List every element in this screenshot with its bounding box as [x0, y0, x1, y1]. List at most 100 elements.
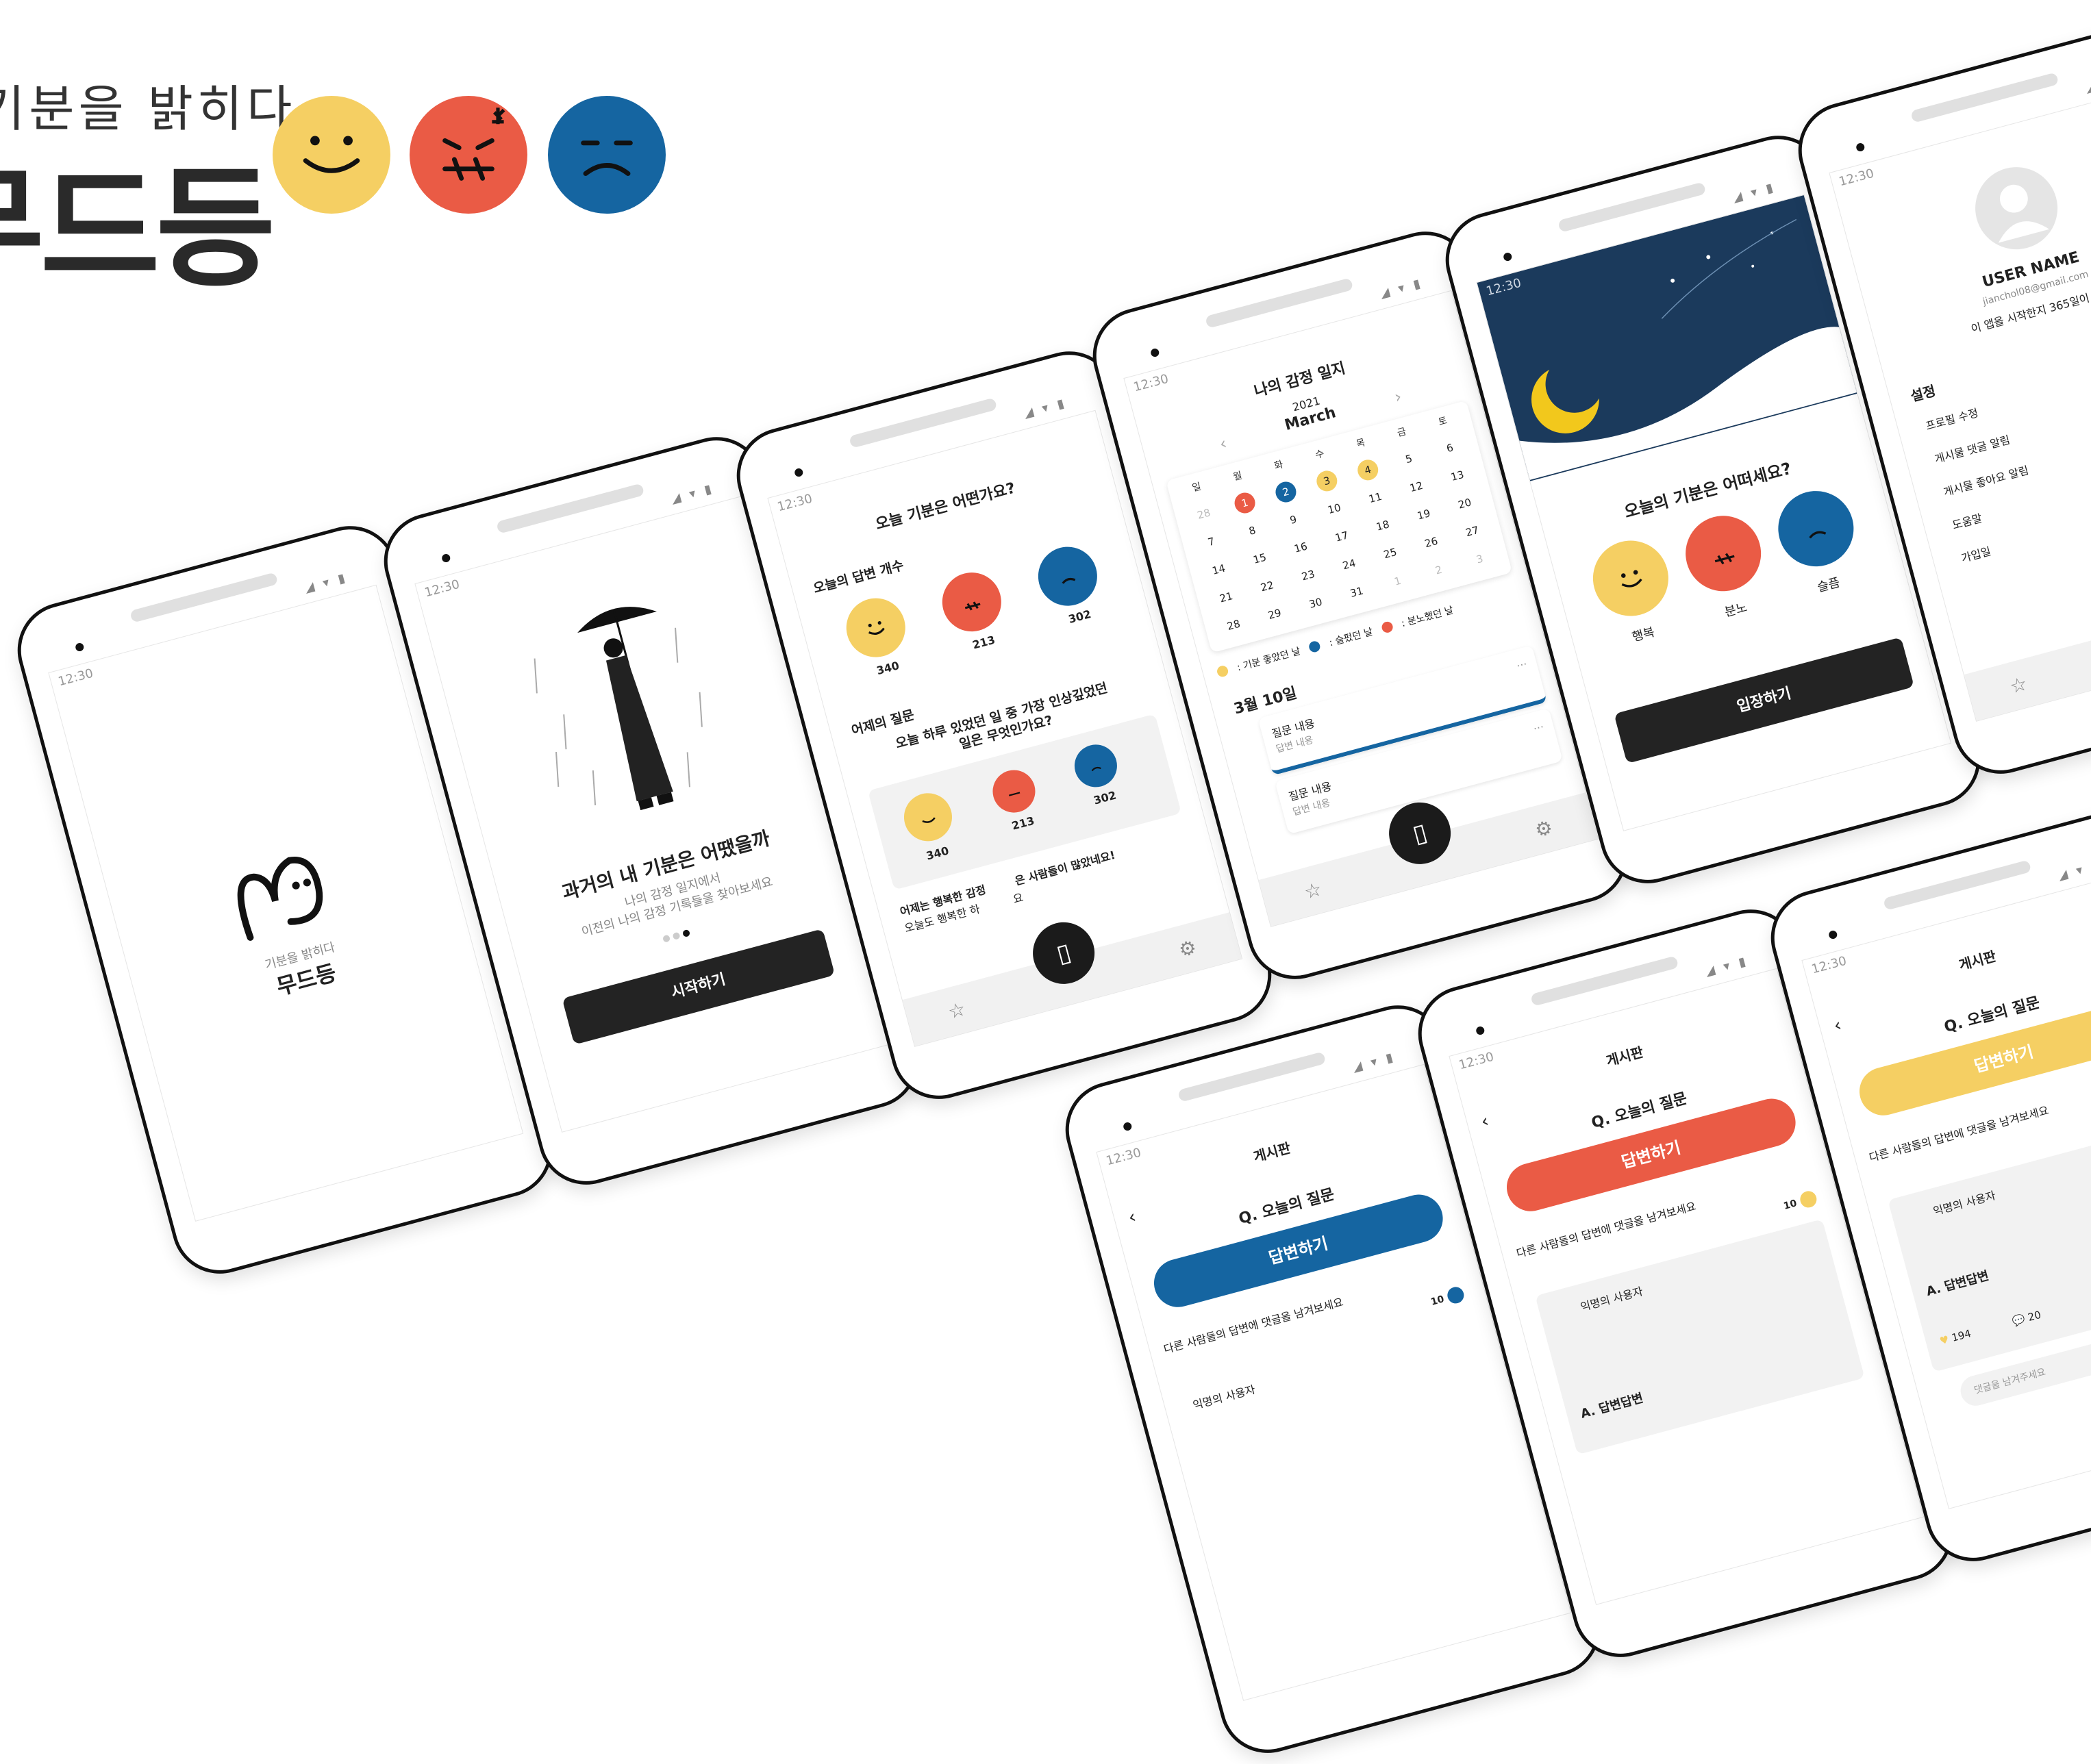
calendar-day[interactable]: 14 — [1206, 557, 1231, 582]
menu-comment-alert[interactable]: 게시물 댓글 알림 — [1932, 431, 2012, 466]
status-time: 12:30 — [56, 666, 95, 690]
answer-card[interactable]: 익명의 사용자 A. 답변답변 — [1535, 1219, 1865, 1455]
diary-tab-icon[interactable]: ☆ — [1302, 877, 1325, 903]
calendar-day[interactable]: 2 — [1426, 557, 1451, 583]
happy-face-button[interactable] — [1584, 532, 1677, 625]
calendar-day[interactable]: 10 — [1322, 496, 1347, 522]
more-icon[interactable]: ... — [1514, 654, 1528, 669]
status-time: 12:30 — [423, 577, 462, 601]
settings-gear-icon[interactable]: ⚙ — [1177, 935, 1199, 961]
camera — [440, 553, 451, 564]
calendar-day[interactable]: 17 — [1329, 524, 1355, 549]
answer-card[interactable]: 익명의 사용자 A. 답변답변 ♥ 194 💬 20 — [1888, 1123, 2091, 1372]
happy-label: 행복 — [1630, 625, 1657, 645]
calendar-day[interactable]: 18 — [1370, 513, 1396, 538]
more-icon[interactable]: ... — [1531, 717, 1544, 732]
calendar-day[interactable]: 3 — [1314, 468, 1340, 494]
legend-happy: : 기분 좋았던 날 — [1236, 646, 1302, 674]
sad-face-icon — [1069, 740, 1122, 792]
settings-gear-icon[interactable]: ⚙ — [1533, 816, 1555, 842]
calendar-day[interactable]: 16 — [1288, 535, 1314, 560]
calendar-day[interactable]: 30 — [1303, 590, 1329, 616]
calendar-day[interactable]: 22 — [1255, 574, 1280, 599]
summary-text-b: 은 사람들이 많았네요! — [1013, 848, 1117, 888]
calendar-day[interactable]: 15 — [1247, 546, 1273, 571]
legend-sad: : 슬펐던 날 — [1328, 626, 1375, 649]
start-button[interactable]: 시작하기 — [562, 929, 836, 1045]
door-icon: ▯ — [1410, 818, 1430, 849]
angry-face-icon[interactable] — [936, 566, 1008, 638]
menu-help[interactable]: 도움말 — [1950, 509, 1983, 533]
diary-tab-icon[interactable]: ☆ — [946, 997, 968, 1023]
menu-join-date: 가입일 — [1959, 544, 1992, 565]
calendar-day[interactable]: 26 — [1418, 530, 1444, 555]
speaker — [1557, 181, 1707, 233]
avatar — [1966, 158, 2067, 259]
calendar-day[interactable]: 20 — [1452, 491, 1477, 516]
calendar-day[interactable]: 19 — [1411, 502, 1436, 527]
angry-dot — [1380, 620, 1394, 634]
calendar-day[interactable]: 1 — [1232, 490, 1257, 516]
calendar-day[interactable]: 12 — [1404, 475, 1429, 500]
anon-user: 익명의 사용자 — [1191, 1383, 1257, 1412]
angry-face-button[interactable] — [1677, 507, 1770, 600]
calendar-day[interactable]: 13 — [1444, 463, 1470, 488]
calendar-day[interactable]: 2 — [1273, 479, 1299, 505]
speaker — [849, 397, 998, 449]
weekday: 토 — [1437, 415, 1449, 429]
calendar-day[interactable]: 1 — [1385, 568, 1410, 594]
calendar-day[interactable]: 8 — [1240, 518, 1265, 544]
calendar-day[interactable]: 31 — [1344, 579, 1369, 605]
answer-text: A. 답변답변 — [1579, 1391, 1645, 1422]
calendar-day[interactable]: 9 — [1281, 507, 1306, 533]
sad-label: 슬픔 — [1816, 575, 1842, 596]
weekday: 수 — [1314, 448, 1326, 462]
calendar-days: 28 1 2 3 4 5 6 7 8 9 10 11 12 13 14 15 16 17 18 19 20 21 22 23 2… — [1179, 429, 1504, 644]
calendar-day[interactable]: 21 — [1214, 585, 1239, 610]
calendar-day[interactable]: 28 — [1191, 501, 1216, 527]
status-icons: ◢ ▾ ▮ — [1731, 179, 1777, 205]
happy-mini-icon — [1798, 1189, 1819, 1210]
back-chevron-icon[interactable]: ‹ — [1479, 1111, 1491, 1133]
status-time: 12:30 — [775, 491, 814, 515]
like-row[interactable]: ♥ 194 — [1938, 1327, 1973, 1348]
night-sky-illustration: 12:30 — [1477, 195, 1857, 481]
calendar-day[interactable]: 5 — [1397, 446, 1422, 472]
happy-face-icon[interactable] — [840, 591, 912, 664]
calendar-day[interactable]: 4 — [1355, 457, 1381, 483]
sad-dot — [1307, 640, 1322, 654]
sad-face-icon — [548, 96, 666, 214]
door-icon: ▯ — [1053, 937, 1074, 969]
calendar-day[interactable]: 29 — [1262, 601, 1288, 627]
speaker — [129, 572, 279, 623]
calendar-day[interactable]: 28 — [1221, 612, 1247, 638]
answer-count: 10 — [1429, 1294, 1446, 1308]
weekday: 화 — [1273, 459, 1285, 473]
status-icons: ◢ ▾ ▮ — [2056, 857, 2091, 883]
back-chevron-icon[interactable]: ‹ — [1126, 1207, 1138, 1228]
calendar-day[interactable]: 7 — [1199, 529, 1224, 555]
camera — [1475, 1025, 1486, 1036]
enter-button[interactable]: 입장하기 — [1614, 637, 1914, 764]
calendar-day[interactable]: 11 — [1363, 486, 1388, 511]
like-count: 194 — [1950, 1327, 1973, 1344]
calendar-day[interactable]: 24 — [1337, 552, 1362, 577]
camera — [1855, 142, 1866, 153]
sad-face-icon[interactable] — [1031, 540, 1104, 613]
calendar-day[interactable]: 27 — [1460, 519, 1485, 544]
summary-text-d: 요 — [1011, 890, 1025, 906]
status-time: 12:30 — [1131, 371, 1170, 395]
menu-like-alert[interactable]: 게시물 좋아요 알림 — [1941, 461, 2030, 499]
calendar-day[interactable]: 25 — [1377, 541, 1403, 566]
menu-edit-profile[interactable]: 프로필 수정 — [1924, 403, 1980, 433]
calendar-day[interactable]: 3 — [1467, 546, 1492, 572]
calendar-day[interactable]: 6 — [1438, 436, 1463, 461]
sad-face-button[interactable] — [1770, 482, 1862, 575]
back-chevron-icon[interactable]: ‹ — [1831, 1015, 1844, 1037]
diary-tab-icon[interactable]: ☆ — [2007, 672, 2030, 698]
answer-text: A. 답변답변 — [1925, 1268, 1991, 1300]
comment-row[interactable]: 💬 20 — [2011, 1309, 2042, 1328]
speaker — [1530, 955, 1679, 1007]
status-icons: ◢ ▾ ▮ — [2083, 71, 2091, 96]
calendar-day[interactable]: 23 — [1296, 563, 1321, 588]
